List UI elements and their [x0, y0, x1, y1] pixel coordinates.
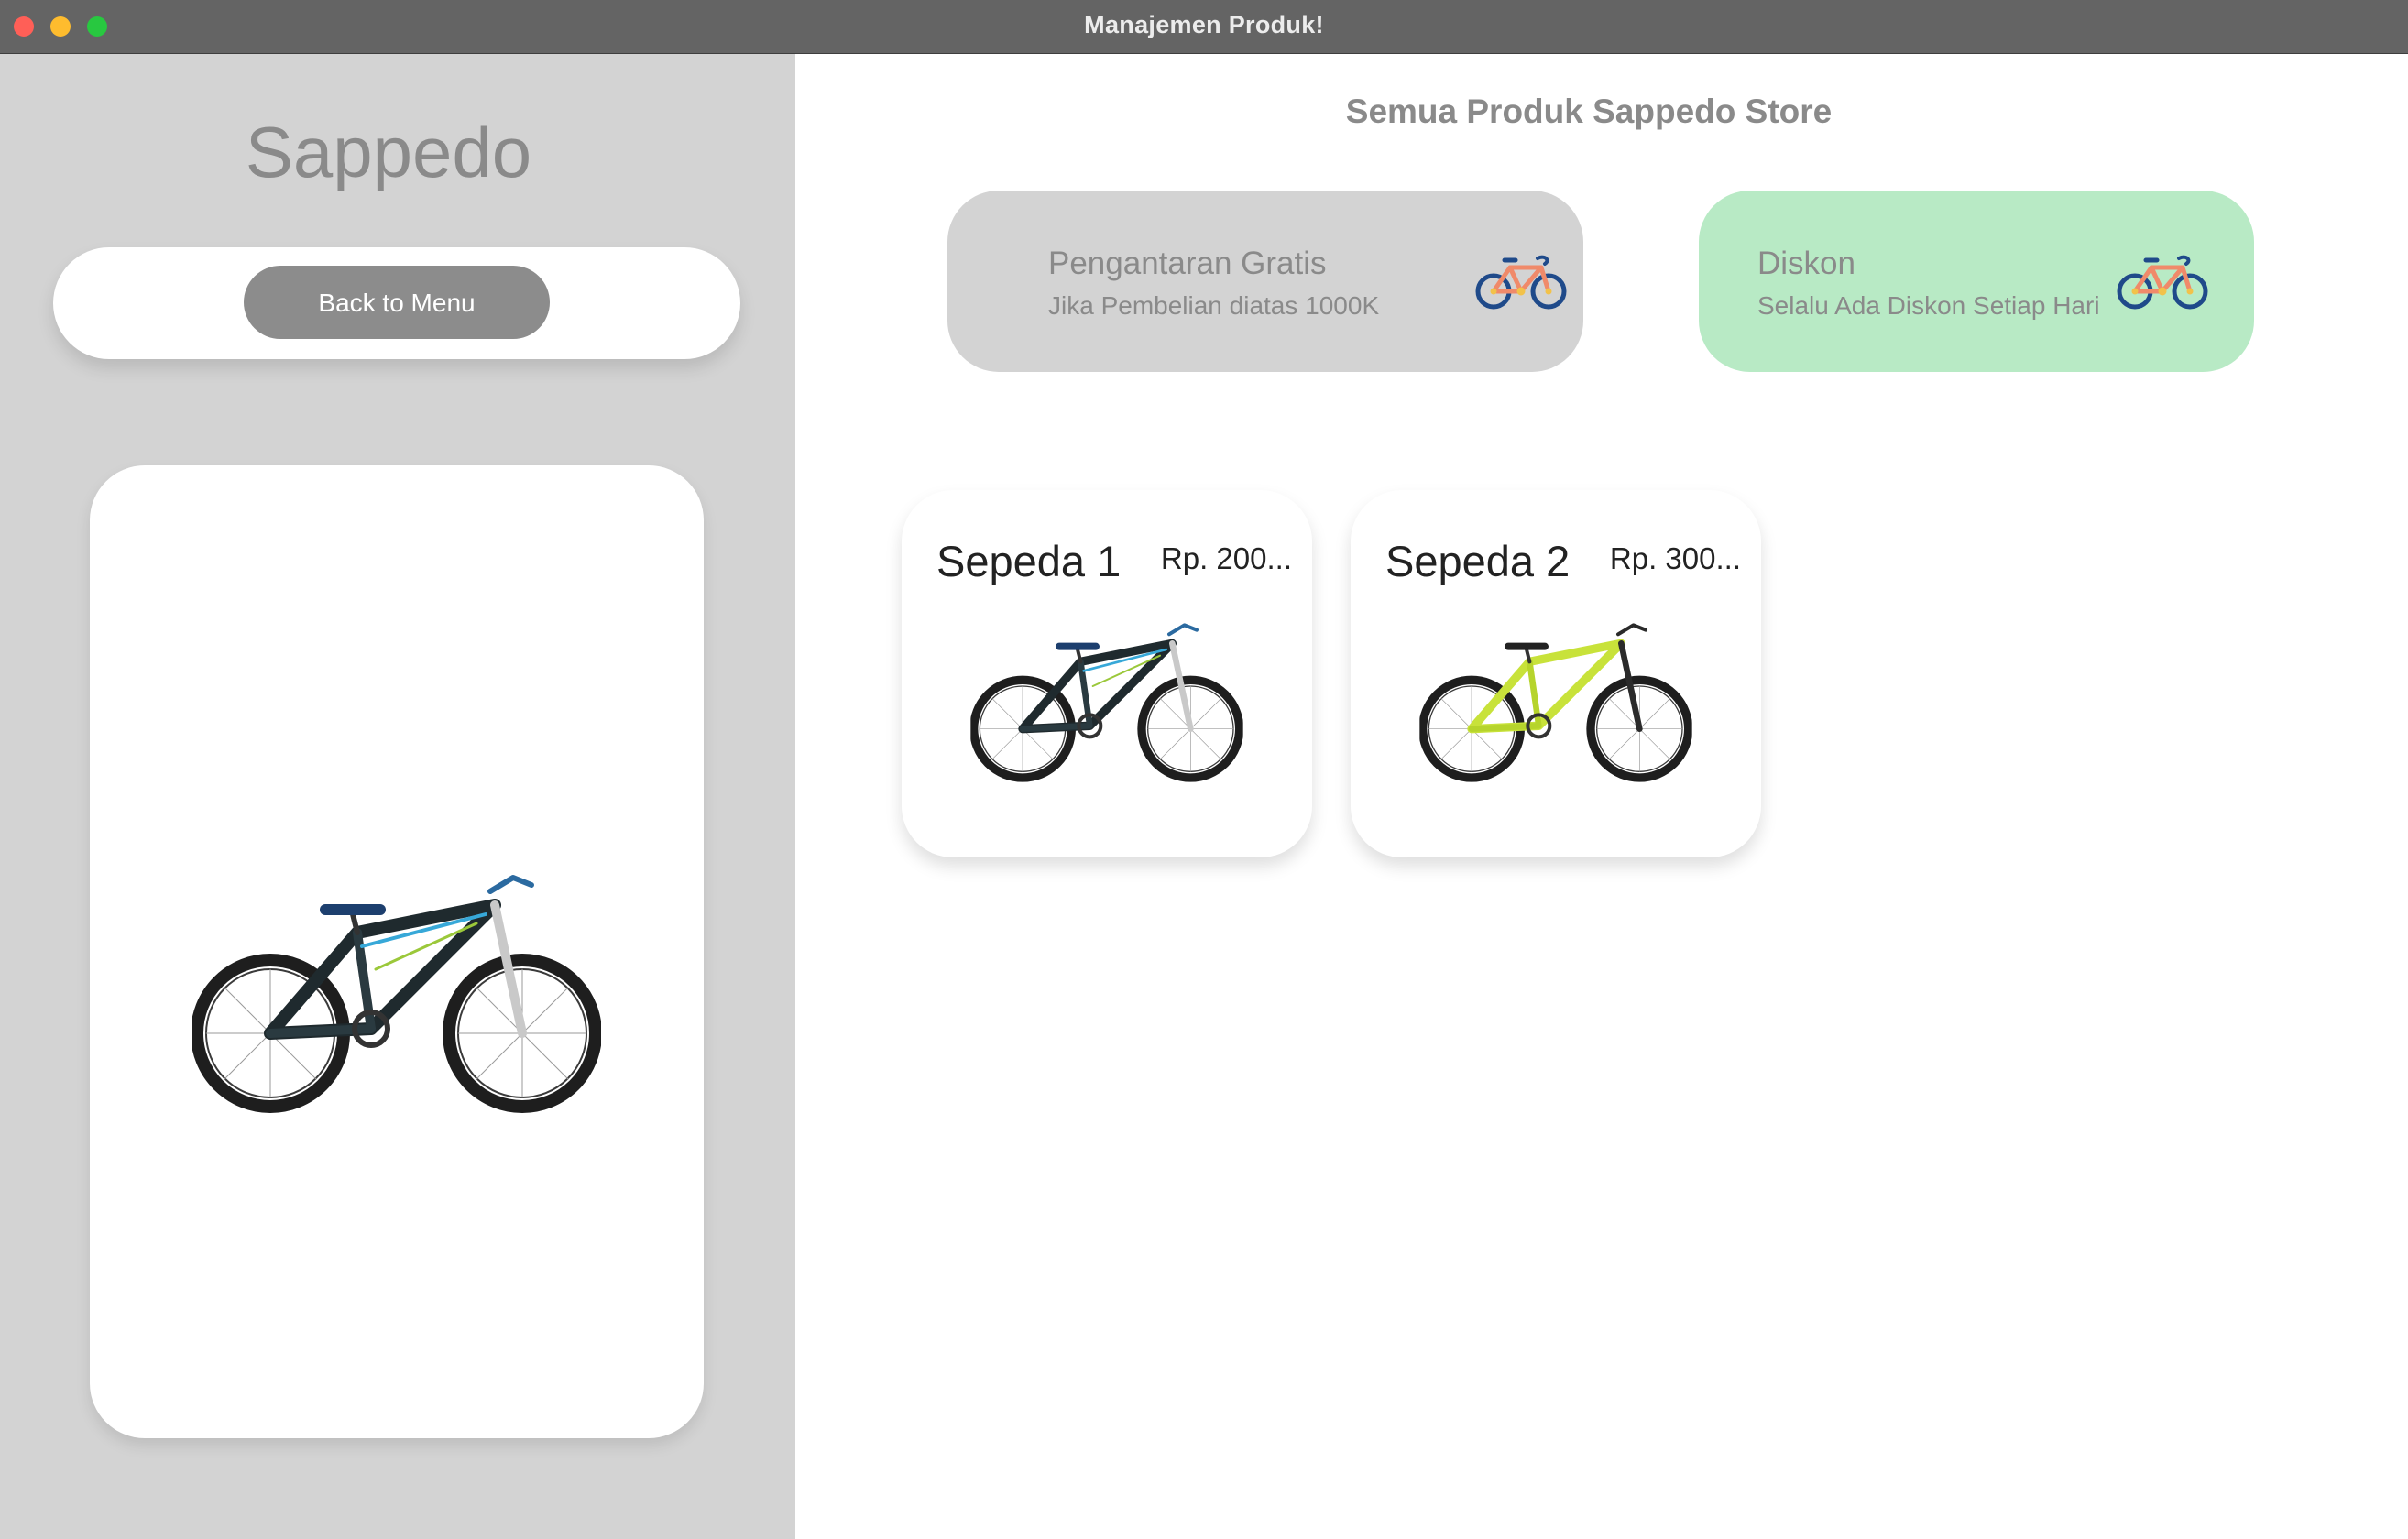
product-price: Rp. 200... [1160, 541, 1292, 575]
menu-card: Back to Menu [53, 247, 740, 359]
back-to-menu-button[interactable]: Back to Menu [244, 266, 550, 339]
app-window: Manajemen Produk! Sappedo Back to Menu S… [0, 0, 2408, 1539]
promo-card-free-delivery: Pengantaran Gratis Jika Pembelian diatas… [947, 191, 1583, 372]
product-card[interactable]: Sepeda 1 Rp. 200... [902, 490, 1312, 857]
product-preview-card [90, 465, 704, 1438]
product-price: Rp. 300... [1609, 541, 1741, 575]
window-title: Manajemen Produk! [1084, 11, 1324, 38]
brand-title: Sappedo [245, 112, 532, 192]
promo-subtitle: Selalu Ada Diskon Setiap Hari [1757, 291, 2100, 320]
promo-title: Diskon [1757, 246, 1855, 281]
product-card[interactable]: Sepeda 2 Rp. 300... [1351, 490, 1761, 857]
bicycle-icon [1473, 251, 1569, 313]
title-bar: Manajemen Produk! [0, 0, 2408, 54]
bike-image [960, 613, 1253, 796]
promo-title: Pengantaran Gratis [1048, 246, 1327, 281]
page-title: Semua Produk Sappedo Store [1345, 93, 1833, 130]
promo-subtitle: Jika Pembelian diatas 1000K [1048, 291, 1380, 320]
sidebar: Sappedo Back to Menu [0, 54, 795, 1539]
product-name: Sepeda 1 [936, 537, 1122, 585]
bike-image [1409, 613, 1702, 796]
product-name: Sepeda 2 [1385, 537, 1571, 585]
bicycle-icon [2115, 251, 2210, 313]
bike-image [192, 859, 601, 1134]
main-content: Semua Produk Sappedo Store Pengantaran G… [795, 54, 2408, 1539]
promo-card-discount: Diskon Selalu Ada Diskon Setiap Hari [1699, 191, 2254, 372]
